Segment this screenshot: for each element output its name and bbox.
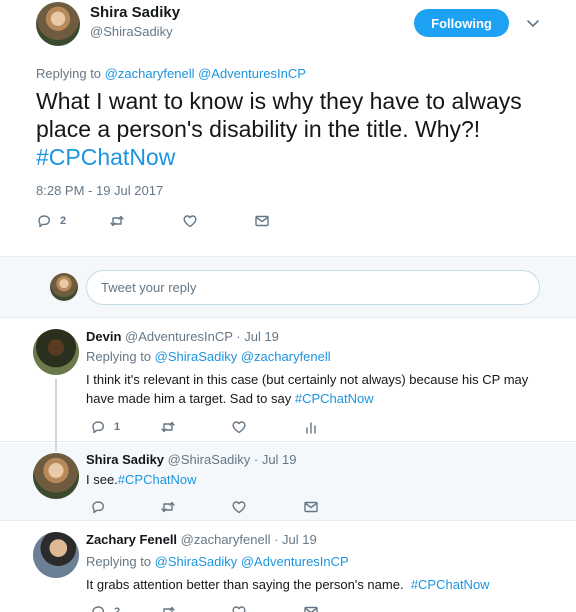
reply-composer — [0, 256, 576, 318]
reply-header: Devin @AdventuresInCP · Jul 19 — [86, 329, 279, 344]
following-button[interactable]: Following — [414, 9, 509, 37]
avatar — [50, 273, 78, 301]
replying-prefix: Replying to — [86, 554, 152, 569]
replying-to: Replying to @ShiraSadiky @zacharyfenell — [86, 349, 331, 364]
reply-button[interactable]: 1 — [90, 417, 120, 437]
reply-time[interactable]: · Jul 19 — [236, 329, 279, 344]
reply-body: It grabs attention better than saying th… — [86, 577, 404, 592]
reply-header: Shira Sadiky @ShiraSadiky · Jul 19 — [86, 452, 297, 467]
replying-handles[interactable]: @ShiraSadiky @zacharyfenell — [155, 349, 331, 364]
reply-button[interactable] — [90, 497, 106, 517]
analytics-button[interactable] — [303, 417, 319, 437]
reply-tweet[interactable]: Zachary Fenell @zacharyfenell · Jul 19 R… — [0, 522, 576, 612]
hashtag-link[interactable]: #CPChatNow — [118, 472, 197, 487]
author-name[interactable]: Shira Sadiky — [86, 452, 164, 467]
reply-button[interactable]: 2 — [36, 211, 66, 231]
like-button[interactable] — [182, 211, 198, 231]
reply-actions — [86, 497, 346, 517]
replying-prefix: Replying to — [36, 66, 102, 81]
tweet-text: What I want to know is why they have to … — [36, 87, 566, 171]
message-button[interactable] — [303, 497, 319, 517]
author-handle[interactable]: @ShiraSadiky — [90, 24, 173, 39]
avatar[interactable] — [33, 329, 79, 375]
reply-icon — [92, 421, 104, 434]
avatar[interactable] — [33, 453, 79, 499]
author-name[interactable]: Devin — [86, 329, 121, 344]
reply-text: It grabs attention better than saying th… — [86, 575, 556, 594]
hashtag-link[interactable]: #CPChatNow — [295, 391, 374, 406]
author-name[interactable]: Shira Sadiky — [90, 4, 180, 21]
tweet-reply-input[interactable] — [86, 270, 540, 305]
reply-actions: 2 — [86, 602, 346, 612]
like-icon — [232, 606, 246, 612]
author-handle[interactable]: @zacharyfenell — [181, 532, 271, 547]
author-handle[interactable]: @AdventuresInCP — [125, 329, 233, 344]
replying-to: Replying to @ShiraSadiky @AdventuresInCP — [86, 554, 349, 569]
message-icon — [304, 501, 318, 513]
timestamp[interactable]: 8:28 PM - 19 Jul 2017 — [36, 183, 163, 198]
retweet-icon — [161, 501, 175, 513]
retweet-icon — [161, 421, 175, 433]
chevron-down-icon[interactable] — [526, 16, 540, 30]
tweet-body: What I want to know is why they have to … — [36, 88, 522, 142]
reply-time[interactable]: · Jul 19 — [274, 532, 317, 547]
replying-to: Replying to @zacharyfenell @AdventuresIn… — [36, 66, 306, 81]
reply-icon — [92, 606, 104, 612]
thread-line — [55, 379, 57, 443]
retweet-button[interactable] — [160, 417, 176, 437]
replying-handles[interactable]: @ShiraSadiky @AdventuresInCP — [155, 554, 349, 569]
message-icon — [255, 215, 269, 227]
reply-icon — [38, 215, 50, 228]
replying-handles[interactable]: @zacharyfenell @AdventuresInCP — [105, 66, 306, 81]
retweet-button[interactable] — [160, 602, 176, 612]
like-icon — [232, 421, 246, 434]
reply-actions: 1 — [86, 417, 346, 437]
replying-prefix: Replying to — [86, 349, 152, 364]
reply-text: I think it's relevant in this case (but … — [86, 370, 556, 408]
reply-header: Zachary Fenell @zacharyfenell · Jul 19 — [86, 532, 317, 547]
reply-tweet[interactable]: Shira Sadiky @ShiraSadiky · Jul 19 I see… — [0, 443, 576, 521]
reply-time[interactable]: · Jul 19 — [254, 452, 297, 467]
reply-count: 2 — [60, 215, 67, 227]
reply-text: I see.#CPChatNow — [86, 470, 556, 489]
analytics-icon — [306, 422, 316, 434]
like-icon — [232, 501, 246, 514]
reply-button[interactable]: 2 — [90, 602, 120, 612]
hashtag-link[interactable]: #CPChatNow — [36, 144, 175, 170]
message-icon — [304, 606, 318, 612]
retweet-button[interactable] — [109, 211, 125, 231]
reply-tweet[interactable]: Devin @AdventuresInCP · Jul 19 Replying … — [0, 319, 576, 443]
tweet-actions: 2 — [36, 211, 296, 231]
message-button[interactable] — [303, 602, 319, 612]
reply-body: I see. — [86, 472, 118, 487]
author-name[interactable]: Zachary Fenell — [86, 532, 177, 547]
like-button[interactable] — [231, 602, 247, 612]
reply-icon — [92, 501, 104, 514]
thread-line — [55, 443, 57, 451]
avatar[interactable] — [36, 2, 80, 46]
retweet-button[interactable] — [160, 497, 176, 517]
like-button[interactable] — [231, 497, 247, 517]
reply-count: 2 — [114, 606, 121, 612]
retweet-icon — [110, 215, 124, 227]
author-handle[interactable]: @ShiraSadiky — [168, 452, 251, 467]
hashtag-link[interactable]: #CPChatNow — [411, 577, 490, 592]
avatar[interactable] — [33, 532, 79, 578]
main-tweet: Shira Sadiky @ShiraSadiky Following Repl… — [0, 0, 576, 255]
like-icon — [183, 215, 197, 228]
message-button[interactable] — [254, 211, 270, 231]
reply-count: 1 — [114, 421, 121, 433]
retweet-icon — [163, 606, 175, 612]
like-button[interactable] — [231, 417, 247, 437]
